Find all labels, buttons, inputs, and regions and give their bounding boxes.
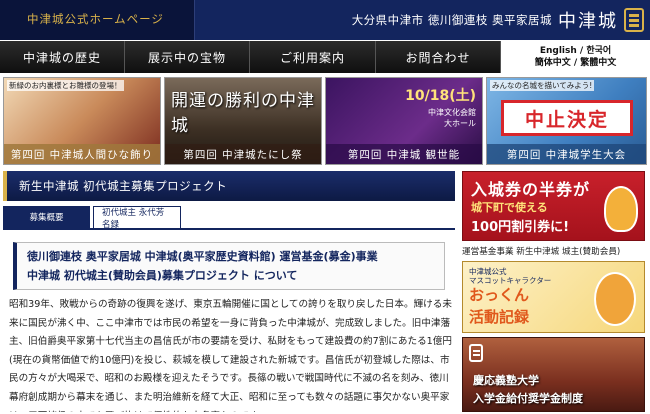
banner-subtitle: 新緑のお内裏様とお雛様の登場！	[7, 80, 124, 91]
banner-caption: 第四回 中津城人間ひな飾り	[4, 144, 160, 164]
project-heading: 新生中津城 初代城主募集プロジェクト	[3, 171, 455, 201]
nav-item-history[interactable]: 中津城の歴史	[0, 41, 125, 73]
mascot-activity-ad[interactable]: 中津城公式 マスコットキャラクター おっくん 活動記録	[462, 261, 645, 333]
ad-line2: 城下町で使える	[471, 201, 548, 214]
location-text: 大分県中津市 徳川御連枝 奥平家居城	[351, 13, 552, 27]
banner-hina-doll-festival[interactable]: 新緑のお内裏様とお雛様の登場！ 第四回 中津城人間ひな飾り	[3, 77, 161, 165]
project-title-line2: 中津城 初代城主(賛助会員)募集プロジェクト について	[27, 269, 298, 282]
project-tabs: 募集概要 初代城主 永代芳名録	[3, 206, 455, 230]
event-banners: 新緑のお内裏様とお雛様の登場！ 第四回 中津城人間ひな飾り 開運の勝利の中津城 …	[0, 77, 650, 167]
tab-overview[interactable]: 募集概要	[3, 206, 90, 228]
project-body-text: 昭和39年、敗戦からの奇跡の復興を遂げ、東京五輪開催に国としての誇りを取り戻した…	[9, 299, 452, 412]
site-header: 中津城公式ホームページ 大分県中津市 徳川御連枝 奥平家居城 中津城	[0, 0, 650, 40]
nav-item-treasures[interactable]: 展示中の宝物	[125, 41, 250, 73]
ticket-discount-ad[interactable]: 入城券の半券が 城下町で使える 100円割引券に!	[462, 171, 645, 241]
ad-line2: 入学金給付奨学金制度	[473, 392, 583, 405]
sidebar-caption[interactable]: 運営基金事業 新生中津城 城主(賛助会員)	[462, 245, 650, 259]
header-brand[interactable]: 大分県中津市 徳川御連枝 奥平家居城 中津城	[352, 4, 644, 36]
mascot-okkun-icon	[594, 272, 636, 326]
lang-english-korean[interactable]: English / 한국어	[540, 45, 611, 57]
official-homepage-label[interactable]: 中津城公式ホームページ	[0, 0, 195, 40]
banner-venue-line1: 中津文化会館	[428, 108, 476, 117]
project-title-box: 徳川御連枝 奥平家居城 中津城(奥平家歴史資料館) 運営基金(募金)事業 中津城…	[13, 242, 445, 290]
banner-student-contest[interactable]: みんなの名城を描いてみよう! 中止決定 第四回 中津城学生大会	[486, 77, 647, 165]
mascot-icon	[604, 186, 638, 232]
nav-item-guide[interactable]: ご利用案内	[250, 41, 376, 73]
ad-line3: 100円割引券に!	[471, 220, 570, 235]
banner-venue: 中津文化会館 大ホール	[428, 107, 476, 129]
ad-small-text: 中津城公式 マスコットキャラクター	[469, 267, 551, 285]
ad-line1: 入城券の半券が	[471, 180, 591, 199]
lang-chinese[interactable]: 簡体中文 / 繁體中文	[535, 57, 617, 69]
banner-caption: 第四回 中津城 観世能	[326, 144, 482, 164]
keio-scholarship-ad[interactable]: 慶応義塾大学 入学金給付奨学金制度	[462, 337, 645, 412]
ad-line2: 活動記録	[469, 308, 530, 326]
banner-date: 10/18(土)	[405, 88, 476, 104]
banner-headline: 開運の勝利の中津城	[171, 91, 315, 136]
project-title-line1: 徳川御連枝 奥平家居城 中津城(奥平家歴史資料館) 運営基金(募金)事業	[27, 250, 378, 263]
banner-caption: 第四回 中津城学生大会	[487, 144, 646, 164]
banner-caption: 第四回 中津城たにし祭	[165, 144, 321, 164]
ad-small-line1: 中津城公式	[469, 267, 507, 276]
official-homepage-text: 中津城公式ホームページ	[27, 12, 164, 26]
nav-item-contact[interactable]: お問合わせ	[376, 41, 501, 73]
language-selector: English / 한국어 簡体中文 / 繁體中文	[501, 41, 650, 73]
banner-tanishi-festival[interactable]: 開運の勝利の中津城 第四回 中津城たにし祭	[164, 77, 322, 165]
ad-line1: 慶応義塾大学	[473, 374, 539, 387]
family-crest-icon	[624, 8, 644, 32]
site-logo: 中津城	[558, 11, 618, 32]
banner-venue-line2: 大ホール	[444, 119, 476, 128]
tab-lord-registry[interactable]: 初代城主 永代芳名録	[93, 206, 181, 230]
banner-noh-performance[interactable]: 10/18(土) 中津文化会館 大ホール 第四回 中津城 観世能	[325, 77, 483, 165]
crest-icon	[469, 344, 483, 362]
ad-line1: おっくん	[469, 286, 530, 304]
main-nav: 中津城の歴史 展示中の宝物 ご利用案内 お問合わせ English / 한국어 …	[0, 41, 650, 73]
banner-subtitle: みんなの名城を描いてみよう!	[490, 80, 595, 91]
cancelled-badge: 中止決定	[501, 100, 633, 136]
